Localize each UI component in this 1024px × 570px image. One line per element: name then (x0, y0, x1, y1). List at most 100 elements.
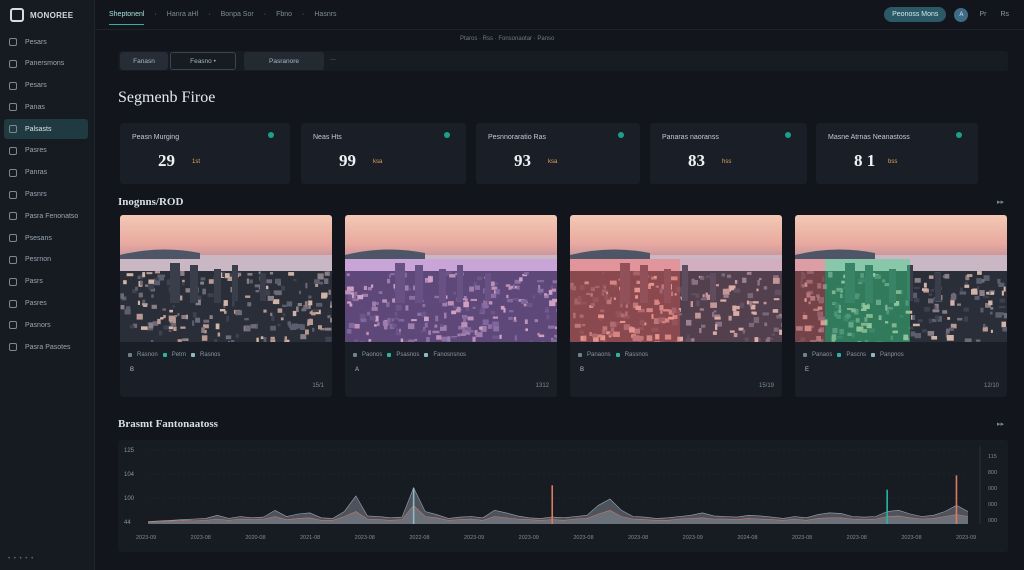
segmentation-image (120, 215, 332, 342)
sidebar-item[interactable]: Pasres (4, 141, 88, 161)
sidebar-item[interactable]: Pesars (4, 76, 88, 96)
status-dot-icon (268, 132, 274, 138)
sidebar-item-label: Pasres (25, 147, 47, 155)
breadcrumb-item[interactable]: Sheptonenl (109, 11, 145, 25)
kpi-label: Pesnnoraratio Ras (488, 134, 546, 141)
legend-label: Panaons (587, 352, 611, 358)
sidebar-nav: Pesars Panersmons Pesars Panas Palsasts Pasre… (4, 32, 88, 359)
image-legend: Rasnon Petrn Rasnos (128, 352, 220, 358)
sidebar-item[interactable]: Panersmons (4, 54, 88, 74)
kpi-card[interactable]: Panaras naoranss 83 hss (650, 123, 807, 184)
sidebar-item-label: Panas (25, 103, 45, 111)
legend-swatch-icon (615, 353, 620, 357)
kpi-value: 99 (339, 151, 356, 170)
legend-swatch-icon (387, 353, 392, 357)
kpi-unit: ksa (373, 159, 383, 165)
right-tick-label: 000 (988, 502, 997, 508)
sidebar-item[interactable]: Panras (4, 163, 88, 183)
logo-text: MONOREE (30, 10, 74, 20)
image-count: 15/19 (758, 383, 774, 389)
nav-item-icon (9, 103, 17, 112)
kpi-unit: hss (722, 159, 732, 165)
sidebar-item-label: Pasra Fenonatso (25, 212, 79, 220)
sidebar-item-label: Pasrs (25, 278, 43, 286)
nav-item-icon (9, 59, 17, 68)
legend-label: Fanosnsnos (433, 352, 467, 358)
nav-item-icon (9, 81, 17, 90)
image-card[interactable]: Rasnon Petrn Rasnos B 15/1 (120, 215, 332, 397)
x-tick-label: 2024-08 (737, 535, 757, 541)
kpi-value: 83 (688, 151, 705, 170)
x-tick-label: 2021-08 (300, 535, 320, 541)
breadcrumb-item[interactable]: Bonpa Sor (221, 11, 254, 25)
nav-item-icon (9, 190, 17, 199)
sidebar-item[interactable]: Pasnrs (4, 185, 88, 205)
nav-item-icon (9, 343, 17, 352)
legend-label: Panaos (812, 352, 833, 358)
sidebar-item-label: Pasres (25, 300, 47, 308)
image-count: 15/1 (312, 383, 324, 389)
sidebar-item-label: Pesars (25, 38, 47, 46)
x-tick-label: 2023-09 (136, 535, 156, 541)
legend-label: Panpnos (880, 352, 904, 358)
top-icon-button-1[interactable]: Pr (976, 11, 989, 18)
sidebar-item[interactable]: Pasres (4, 294, 88, 314)
sidebar-item[interactable]: Pasrs (4, 272, 88, 292)
sidebar-item-label: Panras (25, 169, 48, 177)
sidebar-item[interactable]: Panas (4, 97, 88, 117)
x-tick-label: 2022-08 (409, 535, 429, 541)
legend-swatch-icon (837, 353, 842, 357)
nav-item-icon (9, 277, 17, 286)
status-dot-icon (444, 132, 450, 138)
sidebar-item[interactable]: Pesrnon (4, 250, 88, 270)
breadcrumb-separator: · (154, 11, 157, 18)
filter-bar: Fanasn Feasno • Pasranore — (118, 51, 1008, 71)
sub-note: Ptaros · Rss · Fonsonaotar · Panso (460, 36, 555, 42)
filter-dropdown[interactable]: Feasno • (170, 52, 236, 70)
sidebar-item[interactable]: Pasra Fenonatso (4, 206, 88, 226)
chart-more-icon[interactable]: ▸▸ (997, 420, 1004, 428)
sidebar: MONOREE Pesars Panersmons Pesars Panas Palsa… (0, 0, 95, 570)
primary-action-button[interactable]: Peonoss Mons (884, 7, 947, 22)
filter-chip-2[interactable]: Pasranore (244, 52, 324, 70)
breadcrumb-item[interactable]: Fbno (276, 11, 292, 25)
sidebar-item-label: Pasnrs (25, 191, 47, 199)
image-card[interactable]: Panaons Rassnos B 15/19 (570, 215, 782, 397)
legend-swatch-icon (353, 353, 357, 357)
legend-swatch-icon (578, 353, 582, 357)
top-icon-button-2[interactable]: Rs (997, 11, 1012, 18)
status-dot-icon (785, 132, 791, 138)
y-tick-label: 104 (124, 472, 135, 478)
kpi-label: Panaras naoranss (662, 134, 719, 141)
kpi-card[interactable]: Masne Atrnas Neanastoss 8 1 bss (816, 123, 978, 184)
avatar[interactable]: A (954, 7, 969, 22)
breadcrumb-item[interactable]: Hasnrs (314, 11, 336, 25)
sidebar-item-label: Pesars (25, 82, 47, 90)
kpi-card[interactable]: Neas Hts 99 ksa (301, 123, 466, 184)
sidebar-item-label: Panersmons (25, 60, 65, 68)
image-legend: Paonos Psasnos Fanosnsnos (353, 352, 466, 358)
filter-chip-1[interactable]: Fanasn (120, 52, 168, 70)
images-more-icon[interactable]: ▸▸ (997, 198, 1004, 206)
sidebar-item[interactable]: Palsasts (4, 119, 88, 140)
y-tick-label: 100 (124, 496, 135, 502)
kpi-card[interactable]: Peasn Murging 29 1st (120, 123, 290, 184)
sidebar-item[interactable]: Pasra Pasotes (4, 337, 88, 357)
kpi-card[interactable]: Pesnnoraratio Ras 93 ksa (476, 123, 640, 184)
right-tick-label: 000 (988, 486, 997, 492)
legend-swatch-icon (162, 353, 167, 357)
x-tick-label: 2023-08 (792, 535, 812, 541)
x-tick-label: 2023-08 (901, 535, 921, 541)
sidebar-item-label: Psesans (25, 234, 52, 242)
sidebar-item[interactable]: Pasnors (4, 315, 88, 335)
sidebar-footer: • • • • • (8, 556, 35, 562)
app-logo[interactable]: MONOREE (10, 8, 73, 22)
breadcrumb-item[interactable]: Hanra aHl (167, 11, 199, 25)
kpi-label: Peasn Murging (132, 134, 180, 141)
sidebar-item[interactable]: Psesans (4, 228, 88, 248)
image-card[interactable]: Paonos Psasnos Fanosnsnos A 1312 (345, 215, 557, 397)
nav-item-icon (9, 38, 17, 46)
top-bar: Sheptonenl · Hanra aHl · Bonpa Sor · Fbno · Hasn… (95, 0, 1024, 30)
image-card[interactable]: Panaos Pascns Panpnos E 12/10 (795, 215, 1007, 397)
sidebar-item[interactable]: Pesars (4, 32, 88, 52)
